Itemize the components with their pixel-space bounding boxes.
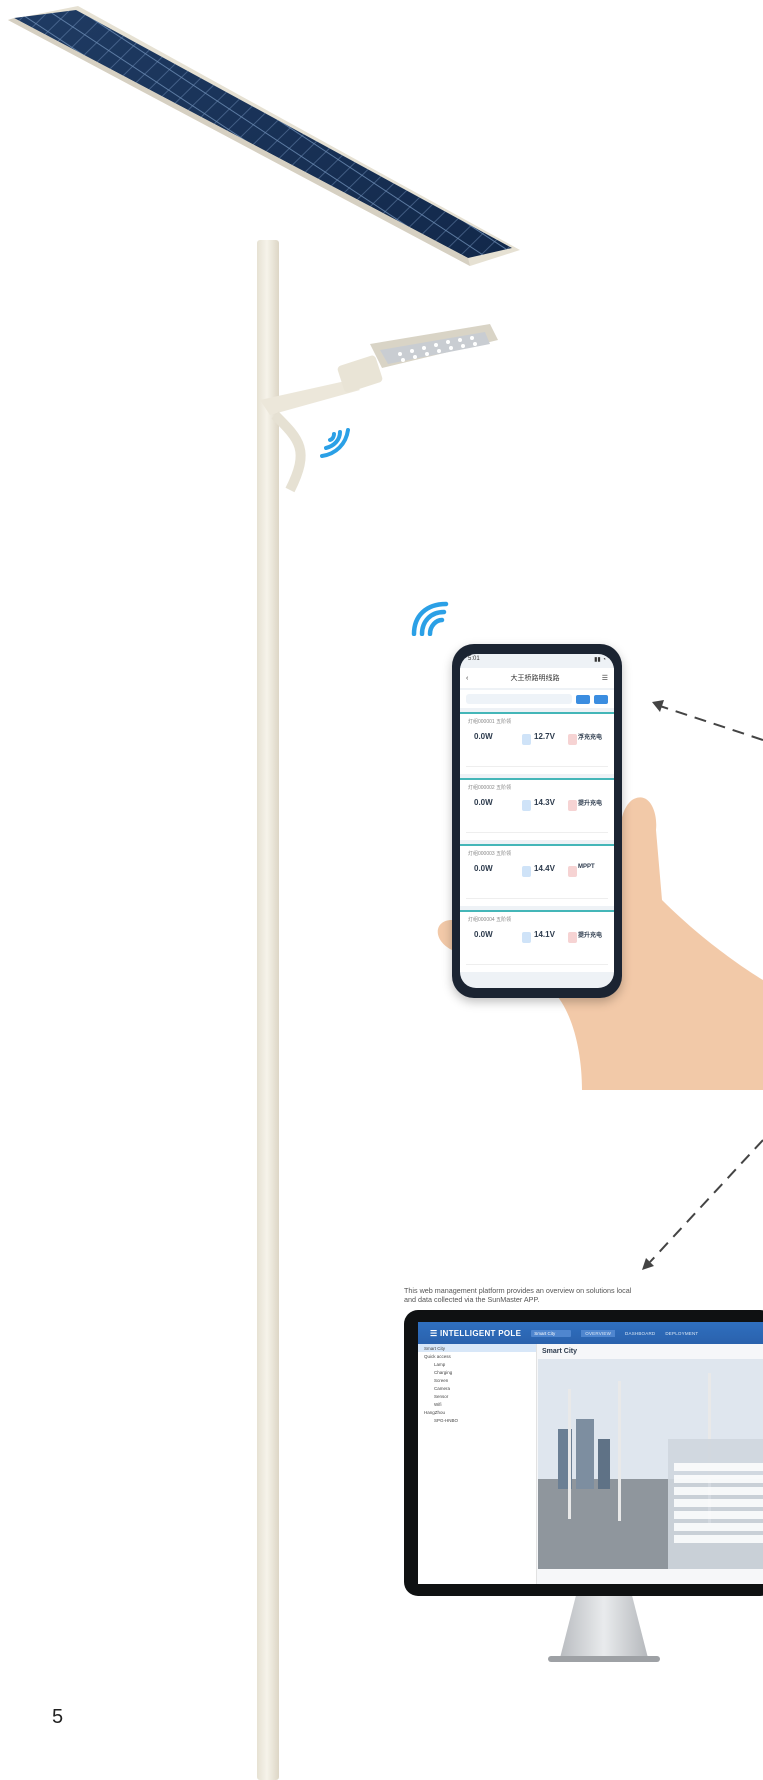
page-number: 5 xyxy=(52,1706,64,1728)
power-value: 0.0W xyxy=(474,930,493,939)
monitor-base xyxy=(548,1656,660,1662)
desktop-monitor: ☰ INTELLIGENT POLE Smart City OVERVIEW D… xyxy=(404,1310,763,1596)
web-platform-screen: ☰ INTELLIGENT POLE Smart City OVERVIEW D… xyxy=(418,1322,763,1584)
device-id: 灯组000004 五阶领 xyxy=(468,917,512,923)
caption-line-2: and data collected via the SunMaster APP… xyxy=(404,1295,540,1304)
voltage-value: 14.1V xyxy=(534,930,555,939)
nav-overview[interactable]: OVERVIEW xyxy=(581,1329,616,1337)
battery-icon xyxy=(522,734,531,745)
voltage-value: 12.7V xyxy=(534,732,555,741)
device-id: 灯组000003 五阶领 xyxy=(468,851,512,857)
tree-item[interactable]: SPG-HNBO xyxy=(418,1416,536,1424)
charge-icon xyxy=(568,800,577,811)
device-id: 灯组000002 五阶领 xyxy=(468,785,512,791)
voltage-value: 14.4V xyxy=(534,864,555,873)
power-value: 0.0W xyxy=(474,798,493,807)
tree-item[interactable]: Wifi xyxy=(418,1400,536,1408)
tree-item[interactable]: Sensor xyxy=(418,1392,536,1400)
search-row xyxy=(460,690,614,708)
smartphone: 5:01 ▮▮ ◔ ‹ 大王桥路明线路 ☰ 灯组000001 五阶领 0.0W 1… xyxy=(452,644,622,998)
platform-topbar: ☰ INTELLIGENT POLE Smart City OVERVIEW D… xyxy=(418,1322,763,1344)
platform-main: Smart City xyxy=(538,1344,763,1584)
charge-icon xyxy=(568,866,577,877)
menu-icon[interactable]: ☰ xyxy=(602,674,608,682)
app-title: 大王桥路明线路 xyxy=(510,675,560,682)
tree-item[interactable]: Smart City xyxy=(418,1344,536,1352)
caption-line-1: This web management platform provides an… xyxy=(404,1286,632,1295)
tree-item[interactable]: Lamp xyxy=(418,1360,536,1368)
voltage-value: 14.3V xyxy=(534,798,555,807)
battery-icon xyxy=(522,800,531,811)
battery-icon xyxy=(522,932,531,943)
tree-item[interactable]: HangZhou xyxy=(418,1408,536,1416)
search-input[interactable] xyxy=(466,694,572,704)
status-bar: 5:01 ▮▮ ◔ xyxy=(468,656,606,663)
nav-dashboard[interactable]: DASHBOARD xyxy=(625,1331,655,1336)
tree-item[interactable]: Quick access xyxy=(418,1352,536,1360)
nav-deployment[interactable]: DEPLOYMENT xyxy=(665,1331,698,1336)
charge-icon xyxy=(568,734,577,745)
main-heading: Smart City xyxy=(542,1348,578,1355)
device-id: 灯组000001 五阶领 xyxy=(468,719,512,725)
charge-status: 提升充电 xyxy=(578,933,603,939)
city-scene-image xyxy=(538,1359,763,1569)
battery-icon xyxy=(522,866,531,877)
device-card[interactable]: 灯组000002 五阶领 0.0W 14.3V 提升充电 xyxy=(460,778,614,840)
tree-item[interactable]: Charging xyxy=(418,1368,536,1376)
city-select[interactable]: Smart City xyxy=(531,1329,572,1337)
platform-title: ☰ INTELLIGENT POLE xyxy=(430,1328,522,1338)
device-card[interactable]: 灯组000004 五阶领 0.0W 14.1V 提升充电 xyxy=(460,910,614,972)
device-card[interactable]: 灯组000003 五阶领 0.0W 14.4V MPPT xyxy=(460,844,614,906)
app-header: ‹ 大王桥路明线路 ☰ xyxy=(460,668,614,688)
back-icon[interactable]: ‹ xyxy=(466,675,468,682)
phone-screen: 5:01 ▮▮ ◔ ‹ 大王桥路明线路 ☰ 灯组000001 五阶领 0.0W 1… xyxy=(460,654,614,988)
device-card[interactable]: 灯组000001 五阶领 0.0W 12.7V 浮充充电 xyxy=(460,712,614,774)
power-value: 0.0W xyxy=(474,732,493,741)
charge-status: 提升充电 xyxy=(578,801,603,807)
tree-item[interactable]: Screen xyxy=(418,1376,536,1384)
platform-sidebar: Smart City Quick access Lamp Charging Sc… xyxy=(418,1344,537,1584)
filter-button[interactable] xyxy=(576,694,590,704)
charge-icon xyxy=(568,932,577,943)
tree-item[interactable]: Camera xyxy=(418,1384,536,1392)
charge-status: MPPT xyxy=(578,864,595,870)
charge-status: 浮充充电 xyxy=(578,735,603,741)
filter-button-2[interactable] xyxy=(594,694,608,704)
platform-caption: This web management platform provides an… xyxy=(404,1286,763,1304)
power-value: 0.0W xyxy=(474,864,493,873)
